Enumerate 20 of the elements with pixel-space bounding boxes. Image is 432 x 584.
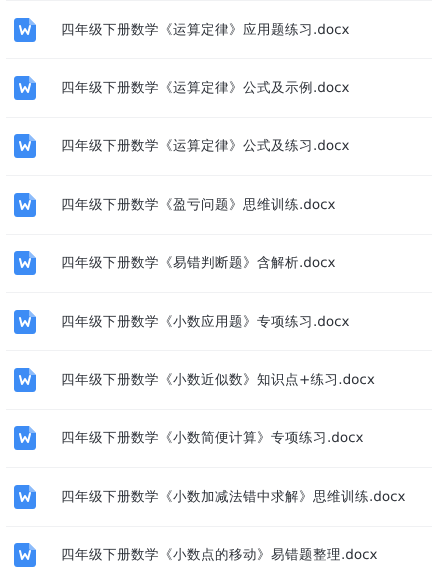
file-name[interactable]: 四年级下册数学《易错判断题》含解析.docx [61, 253, 336, 274]
document-icon [14, 426, 36, 450]
document-icon [14, 134, 36, 158]
file-name[interactable]: 四年级下册数学《小数近似数》知识点+练习.docx [61, 370, 375, 390]
file-name[interactable]: 四年级下册数学《小数应用题》专项练习.docx [61, 312, 350, 332]
file-name[interactable]: 四年级下册数学《运算定律》公式及练习.docx [61, 136, 350, 157]
file-name[interactable]: 四年级下册数学《小数加减法错中求解》思维训练.docx [61, 486, 406, 507]
document-icon [14, 76, 36, 100]
file-name[interactable]: 四年级下册数学《小数简便计算》专项练习.docx [61, 428, 364, 449]
document-icon [14, 192, 36, 217]
document-icon [14, 310, 36, 334]
document-icon [14, 368, 36, 392]
document-icon [14, 484, 36, 509]
document-icon [14, 543, 36, 568]
file-name[interactable]: 四年级下册数学《运算定律》公式及示例.docx [61, 78, 350, 98]
file-name[interactable]: 四年级下册数学《盈亏问题》思维训练.docx [61, 194, 336, 215]
file-name[interactable]: 四年级下册数学《小数点的移动》易错题整理.docx [61, 545, 378, 566]
document-icon [14, 18, 36, 42]
document-icon [14, 251, 36, 276]
file-name[interactable]: 四年级下册数学《运算定律》应用题练习.docx [61, 20, 350, 40]
